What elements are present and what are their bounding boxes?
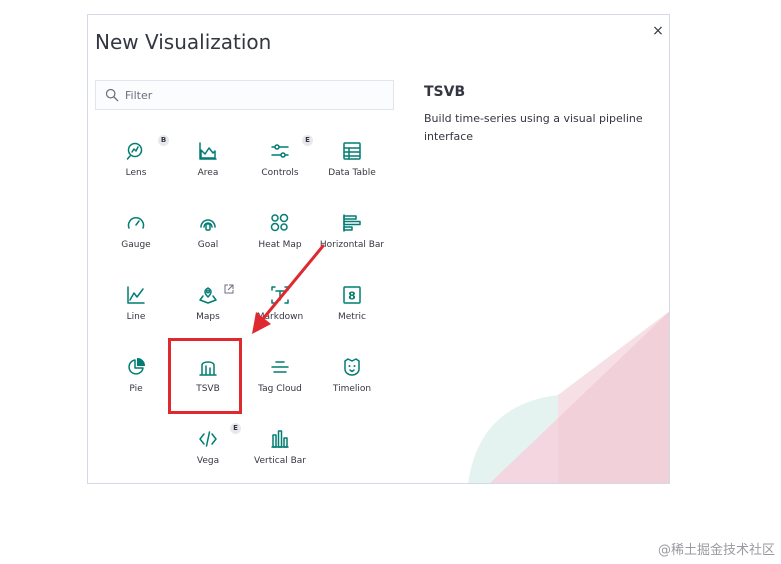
visualization-card-heat-map[interactable]: Heat Map bbox=[244, 207, 316, 271]
modal-title: New Visualization bbox=[95, 30, 272, 54]
beta-experimental-badge: B bbox=[158, 135, 169, 146]
watermark: @稀土掘金技术社区 bbox=[657, 543, 775, 558]
goal-icon bbox=[198, 213, 218, 233]
visualization-card-metric[interactable]: 8 Metric bbox=[316, 279, 388, 343]
visualization-card-pie[interactable]: Pie bbox=[100, 351, 172, 415]
visualization-card-label: Data Table bbox=[328, 168, 376, 178]
tag-cloud-icon bbox=[270, 357, 290, 377]
visualization-card-tag-cloud[interactable]: Tag Cloud bbox=[244, 351, 316, 415]
visualization-card-vertical-bar[interactable]: Vertical Bar bbox=[244, 423, 316, 483]
maps-icon bbox=[198, 285, 218, 305]
horizontal-bar-icon bbox=[342, 213, 362, 233]
vertical-bar-icon bbox=[270, 429, 290, 449]
external-link-icon bbox=[224, 279, 234, 294]
visualization-card-label: Vertical Bar bbox=[254, 456, 306, 466]
visualization-card-area[interactable]: Area bbox=[172, 135, 244, 199]
svg-text:8: 8 bbox=[348, 290, 356, 303]
visualization-card-vega[interactable]: Vega E bbox=[172, 423, 244, 483]
visualization-card-lens[interactable]: Lens B bbox=[100, 135, 172, 199]
pie-chart-icon bbox=[126, 357, 146, 377]
visualization-card-label: Horizontal Bar bbox=[319, 240, 385, 250]
area-chart-icon bbox=[198, 141, 218, 161]
visualization-card-tsvb[interactable]: TSVB bbox=[172, 351, 244, 415]
background-illustration bbox=[468, 311, 669, 483]
data-table-icon bbox=[342, 141, 362, 161]
gauge-icon bbox=[126, 213, 146, 233]
filter-field[interactable] bbox=[95, 80, 394, 110]
visualization-card-timelion[interactable]: Timelion bbox=[316, 351, 388, 415]
visualization-card-controls[interactable]: Controls E bbox=[244, 135, 316, 199]
markdown-icon bbox=[270, 285, 290, 305]
controls-icon bbox=[270, 141, 290, 161]
lens-icon bbox=[126, 141, 146, 161]
beta-experimental-badge: E bbox=[230, 423, 241, 434]
new-visualization-modal: New Visualization × LensBAreaControlsE Da… bbox=[87, 14, 670, 484]
visualization-card-horizontal-bar[interactable]: Horizontal Bar bbox=[316, 207, 388, 271]
heat-map-icon bbox=[270, 213, 290, 233]
description-text: Build time-series using a visual pipelin… bbox=[424, 112, 643, 143]
beta-experimental-badge: E bbox=[302, 135, 313, 146]
visualization-card-goal[interactable]: Goal bbox=[172, 207, 244, 271]
search-icon bbox=[105, 88, 119, 102]
visualization-card-gauge[interactable]: Gauge bbox=[100, 207, 172, 271]
visualization-card-data-table[interactable]: Data Table bbox=[316, 135, 388, 199]
metric-icon: 8 bbox=[342, 285, 362, 305]
visualization-card-markdown[interactable]: Markdown bbox=[244, 279, 316, 343]
filter-input[interactable] bbox=[125, 88, 393, 102]
line-chart-icon bbox=[126, 285, 146, 305]
vega-icon bbox=[198, 429, 218, 449]
visualization-card-line[interactable]: Line bbox=[100, 279, 172, 343]
timelion-icon bbox=[342, 357, 362, 377]
visualization-card-maps[interactable]: Maps bbox=[172, 279, 244, 343]
description-title: TSVB bbox=[424, 84, 466, 100]
close-icon[interactable]: × bbox=[650, 23, 666, 39]
tsvb-icon bbox=[198, 357, 218, 377]
visualization-card-label: Metric bbox=[338, 312, 366, 322]
visualization-card-label: Timelion bbox=[332, 384, 372, 394]
